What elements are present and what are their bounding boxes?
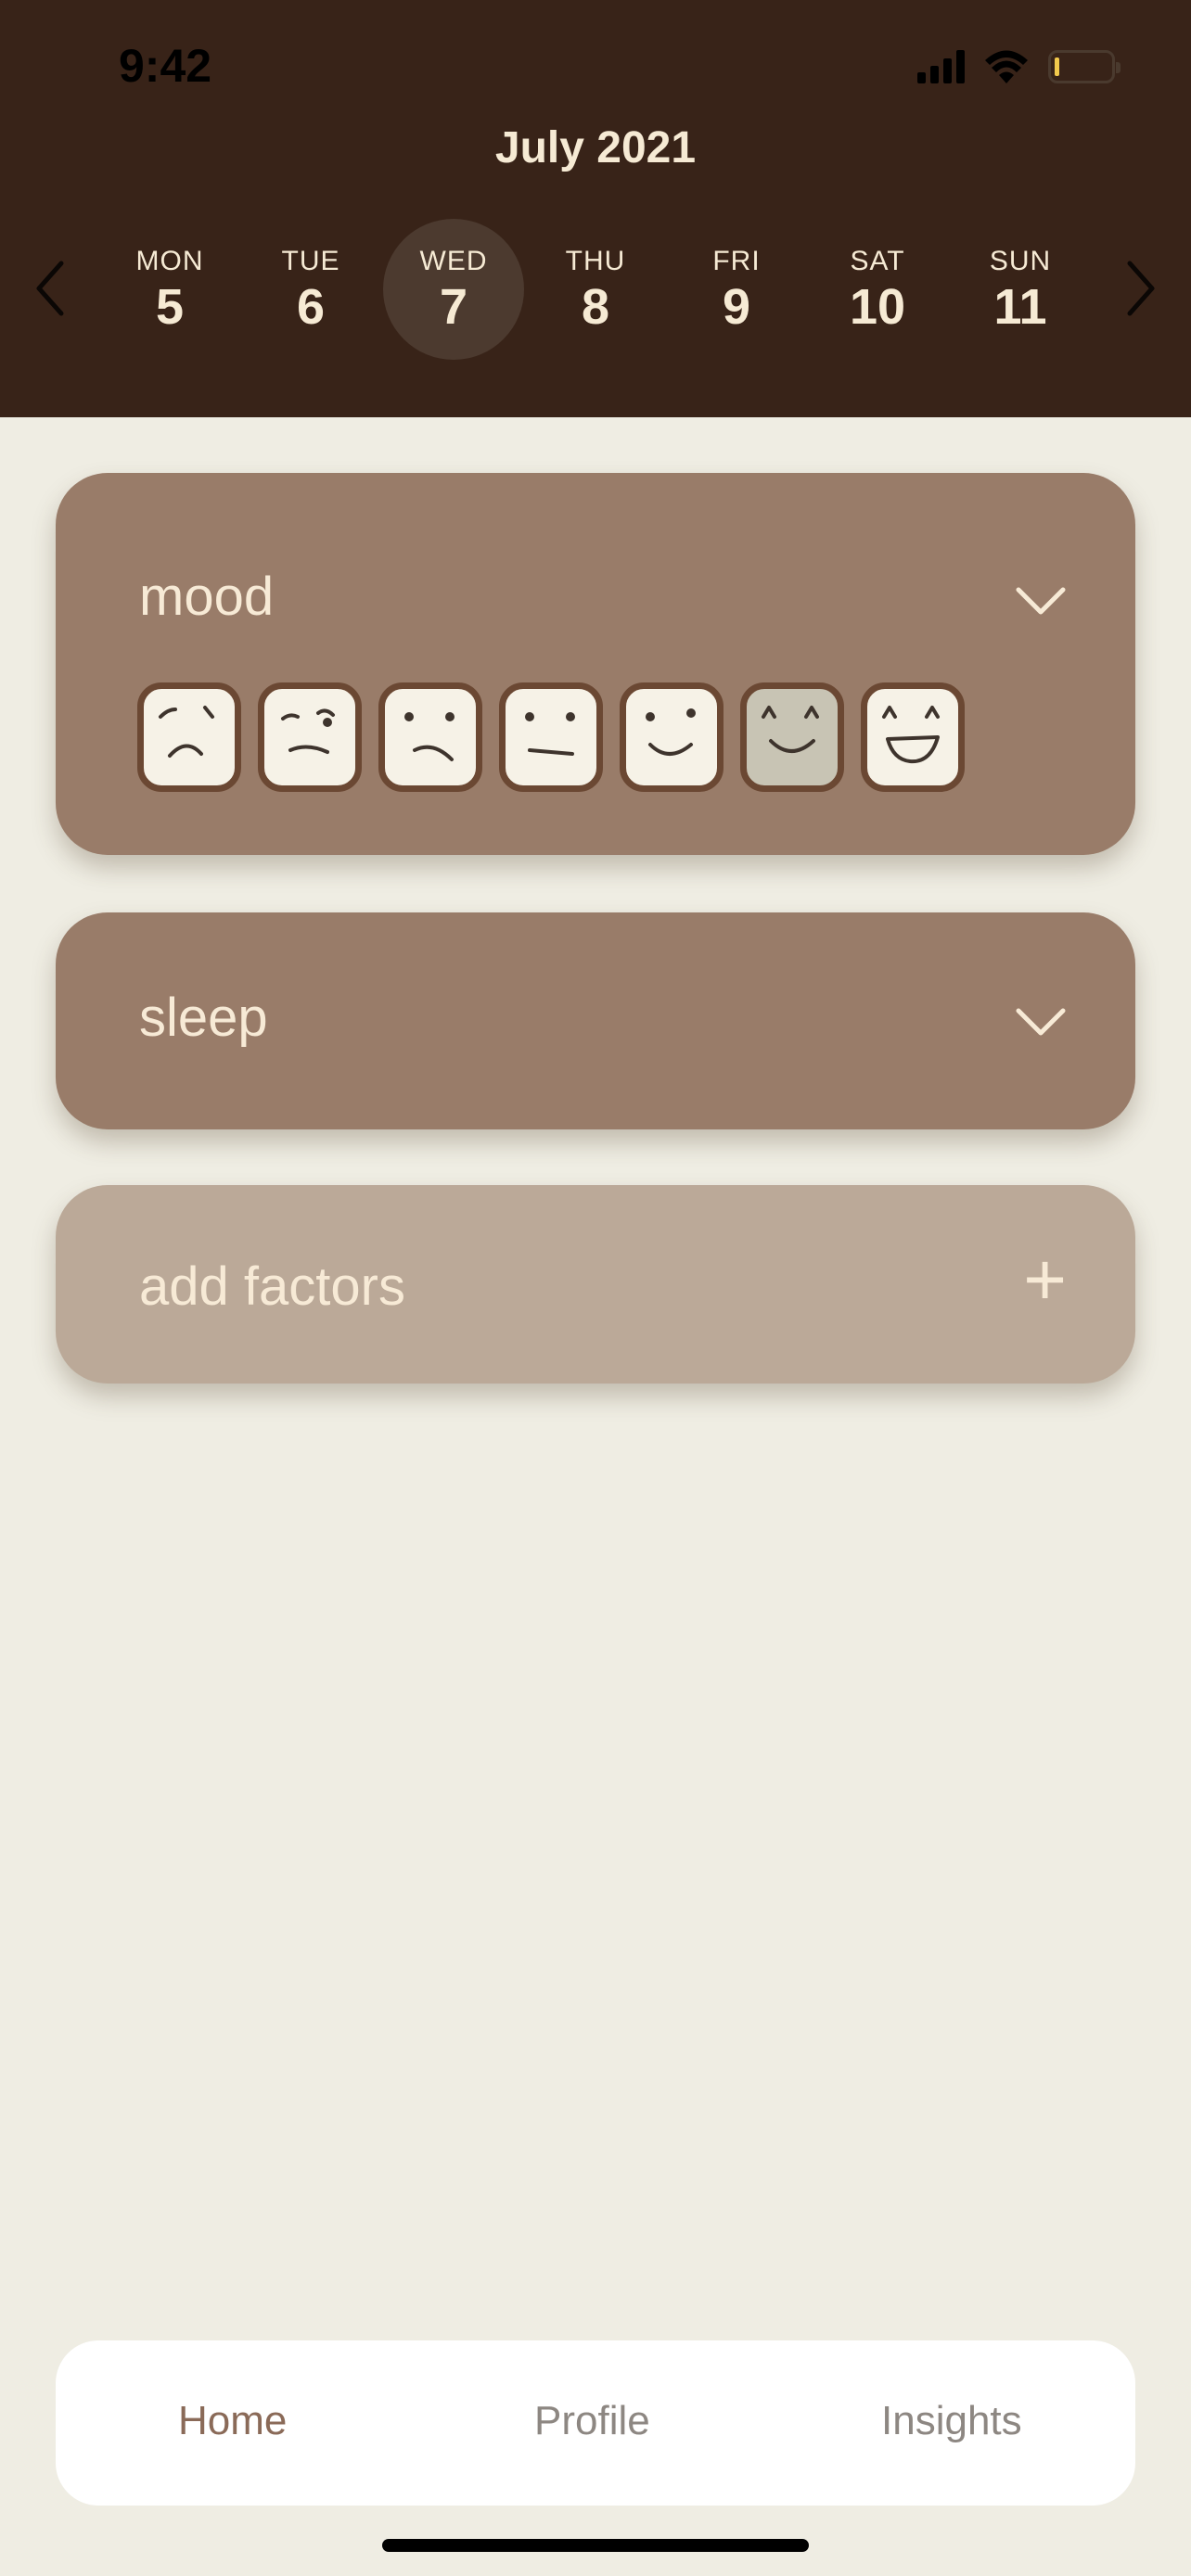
day-thu[interactable]: THU 8 bbox=[525, 219, 666, 360]
mood-options bbox=[137, 682, 965, 792]
tab-insights[interactable]: Insights bbox=[881, 2398, 1022, 2444]
mood-title[interactable]: mood bbox=[139, 566, 274, 628]
status-icons bbox=[917, 46, 1121, 87]
week-selector: MON 5 TUE 6 WED 7 THU 8 FRI 9 SAT 10 SUN… bbox=[0, 215, 1191, 363]
day-tue[interactable]: TUE 6 bbox=[240, 219, 381, 360]
app-header: 9:42 July 2021 MON 5 TUE 6 WED 7 THU 8 F… bbox=[0, 0, 1191, 417]
month-title: July 2021 bbox=[494, 123, 697, 172]
day-fri[interactable]: FRI 9 bbox=[666, 219, 807, 360]
cellular-signal-icon bbox=[917, 50, 965, 83]
battery-low-icon bbox=[1048, 50, 1121, 83]
day-name: TUE bbox=[281, 246, 340, 276]
day-wed-selected[interactable]: WED 7 bbox=[383, 219, 524, 360]
add-factors-button[interactable]: add factors + bbox=[56, 1185, 1135, 1384]
tab-profile[interactable]: Profile bbox=[534, 2398, 650, 2444]
day-number: 10 bbox=[849, 279, 906, 335]
status-time: 9:42 bbox=[119, 40, 212, 92]
plus-icon[interactable]: + bbox=[1023, 1243, 1067, 1317]
content-face-icon[interactable] bbox=[740, 682, 844, 792]
neutral-face-icon[interactable] bbox=[499, 682, 603, 792]
chevron-down-icon[interactable] bbox=[1013, 584, 1069, 618]
worried-face-icon[interactable] bbox=[258, 682, 362, 792]
battery-level bbox=[1055, 57, 1059, 76]
very-sad-face-icon[interactable] bbox=[137, 682, 241, 792]
day-name: SAT bbox=[850, 246, 905, 276]
day-name: FRI bbox=[712, 246, 761, 276]
chevron-down-icon[interactable] bbox=[1013, 1005, 1069, 1039]
add-factors-label: add factors bbox=[139, 1256, 405, 1317]
mood-card: mood bbox=[56, 473, 1135, 855]
sleep-card[interactable]: sleep bbox=[56, 912, 1135, 1129]
day-number: 11 bbox=[993, 279, 1047, 335]
slightly-happy-face-icon[interactable] bbox=[620, 682, 724, 792]
bottom-tab-bar: Home Profile Insights bbox=[56, 2340, 1135, 2506]
day-name: WED bbox=[419, 246, 488, 276]
day-number: 6 bbox=[296, 279, 326, 335]
day-sat[interactable]: SAT 10 bbox=[807, 219, 948, 360]
chevron-right-icon[interactable] bbox=[1117, 256, 1163, 321]
day-name: THU bbox=[565, 246, 626, 276]
chevron-left-icon[interactable] bbox=[28, 256, 74, 321]
day-mon[interactable]: MON 5 bbox=[99, 219, 240, 360]
day-number: 5 bbox=[155, 279, 185, 335]
day-number: 9 bbox=[722, 279, 751, 335]
day-number: 8 bbox=[581, 279, 610, 335]
day-number: 7 bbox=[439, 279, 468, 335]
home-indicator[interactable] bbox=[382, 2539, 809, 2552]
unhappy-face-icon[interactable] bbox=[378, 682, 482, 792]
very-happy-face-icon[interactable] bbox=[861, 682, 965, 792]
day-name: MON bbox=[135, 246, 204, 276]
day-sun[interactable]: SUN 11 bbox=[950, 219, 1091, 360]
wifi-icon bbox=[985, 50, 1028, 83]
day-name: SUN bbox=[989, 246, 1052, 276]
sleep-title: sleep bbox=[139, 988, 268, 1048]
tab-home[interactable]: Home bbox=[178, 2398, 287, 2444]
